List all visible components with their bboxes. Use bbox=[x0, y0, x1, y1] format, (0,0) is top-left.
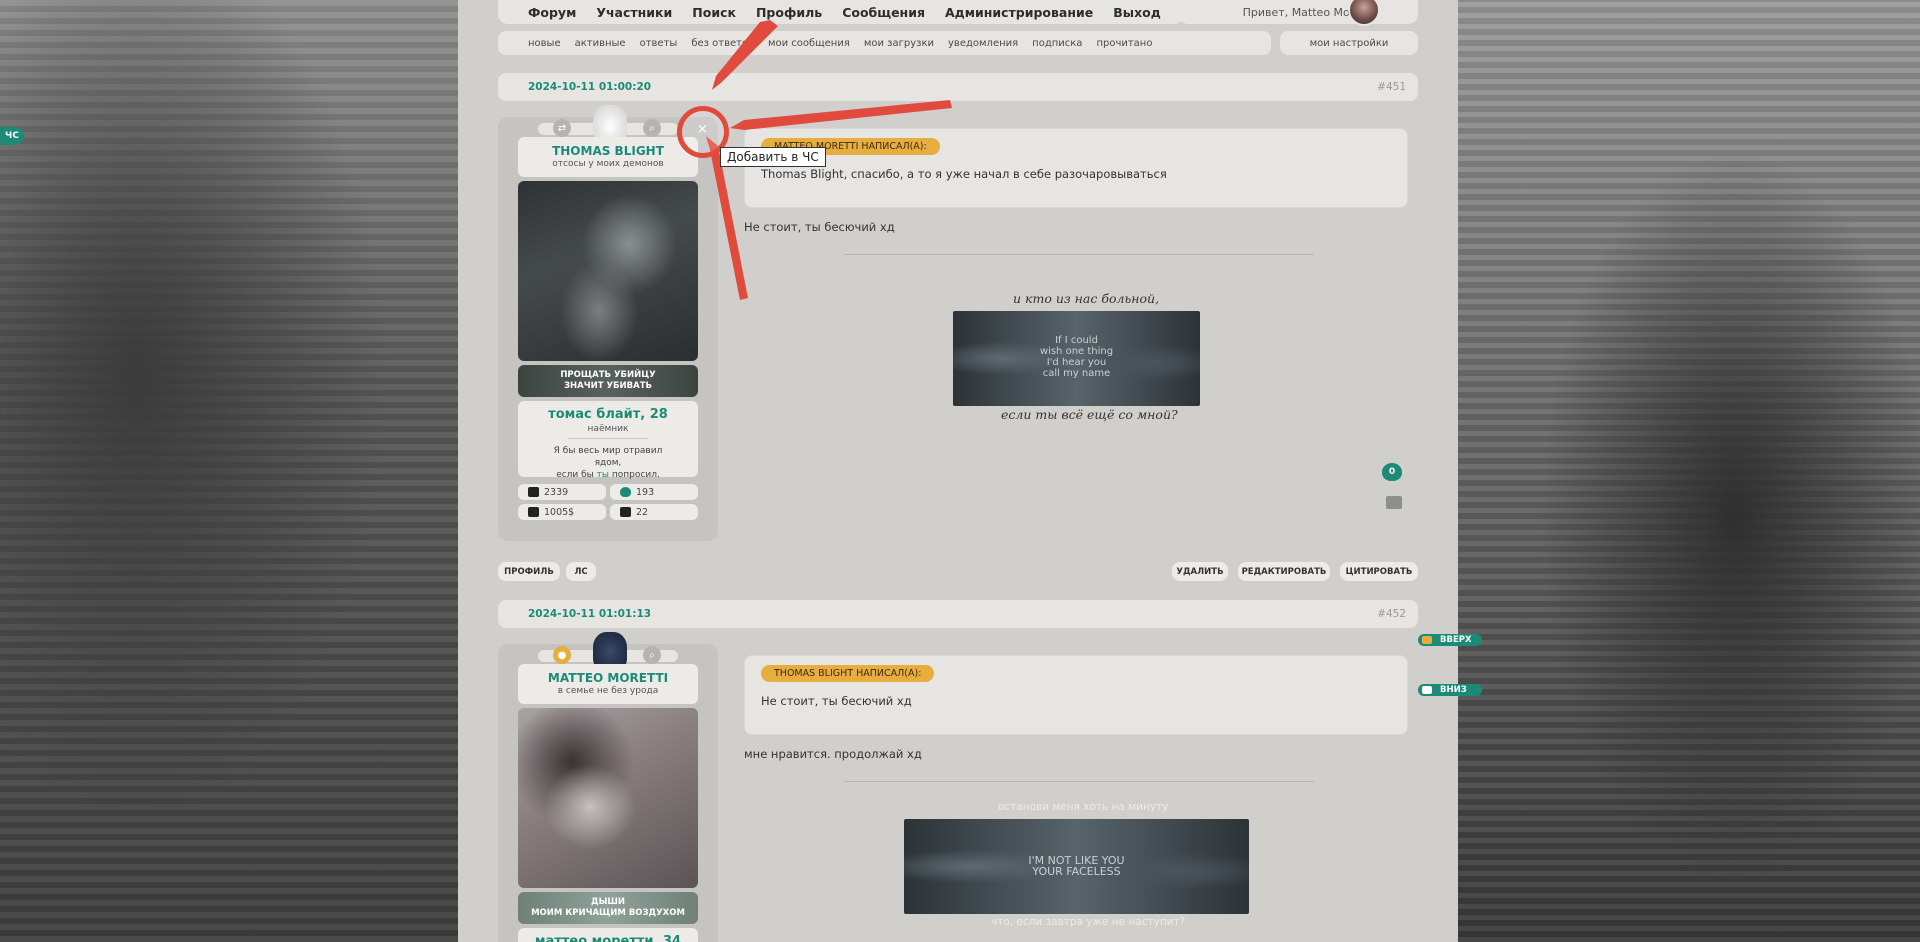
annotation-arrow-right bbox=[730, 100, 952, 130]
annotation-arrows bbox=[706, 20, 952, 300]
blacklist-close-icon[interactable]: × bbox=[697, 122, 708, 137]
annotation-arrow-top bbox=[712, 20, 778, 90]
blacklist-tooltip: Добавить в ЧС bbox=[720, 147, 826, 167]
